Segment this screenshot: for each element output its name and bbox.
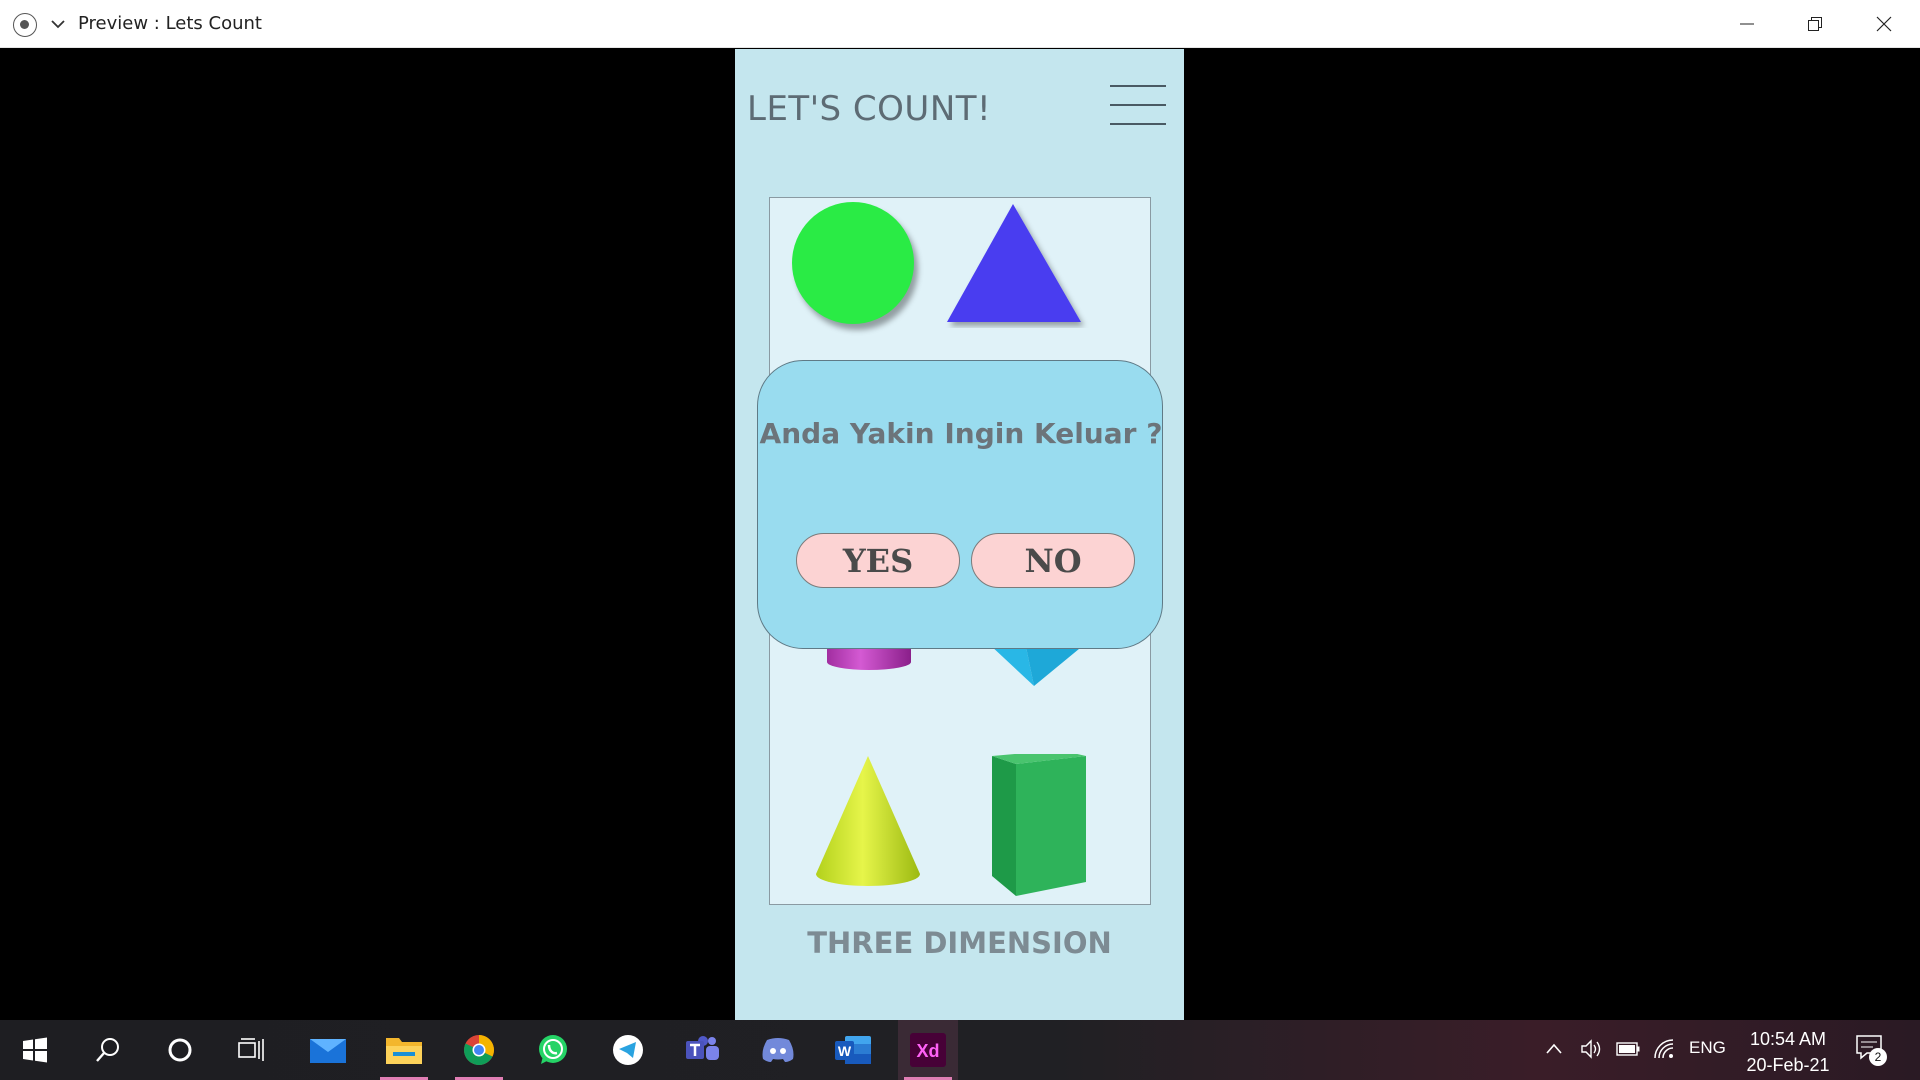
restore-icon — [1808, 17, 1822, 31]
wifi-icon[interactable] — [1653, 1038, 1675, 1060]
word-icon-label: W — [838, 1043, 852, 1059]
notification-count-badge: 2 — [1869, 1048, 1887, 1066]
volume-icon[interactable] — [1580, 1039, 1602, 1059]
circle-shape[interactable] — [792, 202, 914, 324]
taskbar-clock[interactable]: 10:54 AM 20-Feb-21 — [1740, 1026, 1836, 1078]
record-icon[interactable] — [13, 13, 37, 37]
telegram-icon[interactable] — [598, 1020, 658, 1080]
task-view-icon[interactable] — [222, 1020, 282, 1080]
chrome-icon[interactable] — [449, 1020, 509, 1080]
close-button[interactable] — [1850, 0, 1918, 48]
teams-icon[interactable] — [673, 1020, 733, 1080]
artboard: LET'S COUNT! THREE DIMENSION Anda Yakin … — [735, 49, 1184, 1020]
rectangular-prism-shape[interactable] — [990, 754, 1090, 899]
notification-center-icon[interactable]: 2 — [1855, 1034, 1887, 1066]
close-icon — [1876, 16, 1892, 32]
category-label[interactable]: THREE DIMENSION — [735, 926, 1184, 960]
whatsapp-icon[interactable] — [523, 1020, 583, 1080]
adobe-xd-icon-label: Xd — [916, 1041, 939, 1061]
word-icon[interactable]: W — [823, 1020, 883, 1080]
triangle-shape[interactable] — [945, 200, 1093, 328]
file-explorer-icon[interactable] — [374, 1020, 434, 1080]
discord-icon[interactable] — [748, 1020, 808, 1080]
start-icon[interactable] — [5, 1020, 65, 1080]
minimize-button[interactable] — [1713, 0, 1781, 48]
battery-icon[interactable] — [1616, 1042, 1640, 1056]
chevron-down-icon[interactable] — [48, 14, 68, 34]
chevron-up-icon[interactable] — [1545, 1042, 1563, 1056]
search-icon[interactable] — [78, 1020, 138, 1080]
restore-button[interactable] — [1781, 0, 1849, 48]
window-title: Preview : Lets Count — [78, 13, 262, 34]
window-titlebar: Preview : Lets Count — [0, 0, 1920, 48]
cone-shape[interactable] — [814, 754, 924, 889]
cortana-icon[interactable] — [150, 1020, 210, 1080]
clock-date: 20-Feb-21 — [1746, 1055, 1830, 1075]
dialog-question: Anda Yakin Ingin Keluar ? — [759, 417, 1163, 450]
hamburger-menu-icon[interactable] — [1110, 85, 1166, 125]
language-indicator[interactable]: ENG — [1689, 1038, 1726, 1058]
exit-confirm-dialog: Anda Yakin Ingin Keluar ? YES NO — [757, 360, 1163, 649]
yes-button[interactable]: YES — [796, 533, 960, 588]
minimize-icon — [1740, 23, 1754, 25]
app-title: LET'S COUNT! — [747, 89, 992, 129]
taskbar: W Xd ENG 10:54 AM 20-Feb-21 2 — [0, 1020, 1920, 1080]
adobe-xd-icon[interactable]: Xd — [898, 1020, 958, 1080]
no-button[interactable]: NO — [971, 533, 1135, 588]
mail-icon[interactable] — [298, 1020, 358, 1080]
clock-time: 10:54 AM — [1749, 1029, 1827, 1049]
